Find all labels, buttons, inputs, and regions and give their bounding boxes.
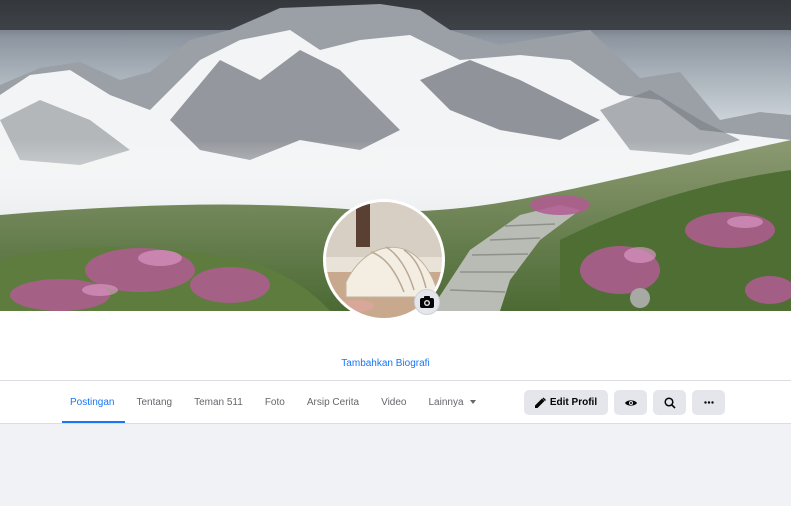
- edit-profile-label: Edit Profil: [549, 397, 598, 408]
- tab-posts[interactable]: Postingan: [62, 381, 126, 423]
- tab-more[interactable]: Lainnya: [418, 381, 487, 423]
- profile-tabs: Postingan Tentang Teman 511 Foto Arsip C…: [62, 381, 487, 423]
- tab-label: Lainnya: [428, 396, 464, 408]
- tab-photos[interactable]: Foto: [254, 381, 296, 423]
- view-as-button[interactable]: [614, 390, 647, 415]
- add-bio-link[interactable]: Tambahkan Biografi: [0, 358, 771, 369]
- search-button[interactable]: [653, 390, 686, 415]
- tab-label: Tentang: [136, 396, 173, 408]
- tab-label: Postingan: [70, 396, 115, 408]
- search-icon: [663, 396, 676, 409]
- tab-story-archive[interactable]: Arsip Cerita: [296, 381, 370, 423]
- eye-icon: [624, 399, 637, 406]
- tab-about[interactable]: Tentang: [125, 381, 183, 423]
- tab-video[interactable]: Video: [370, 381, 417, 423]
- tab-label: Teman 511: [194, 396, 243, 408]
- tab-label: Arsip Cerita: [306, 396, 360, 408]
- edit-profile-button[interactable]: Edit Profil: [524, 390, 608, 415]
- camera-icon-glyph: [420, 296, 434, 308]
- divider: [0, 423, 791, 424]
- tab-label: Foto: [264, 396, 285, 408]
- pencil-icon: [534, 397, 546, 408]
- camera-icon[interactable]: [414, 289, 440, 315]
- tab-label: Video: [381, 396, 407, 408]
- caret-down-icon: [469, 400, 476, 404]
- more-options-button[interactable]: [692, 390, 725, 415]
- tab-friends[interactable]: Teman 511: [183, 381, 254, 423]
- more-icon: [703, 401, 714, 404]
